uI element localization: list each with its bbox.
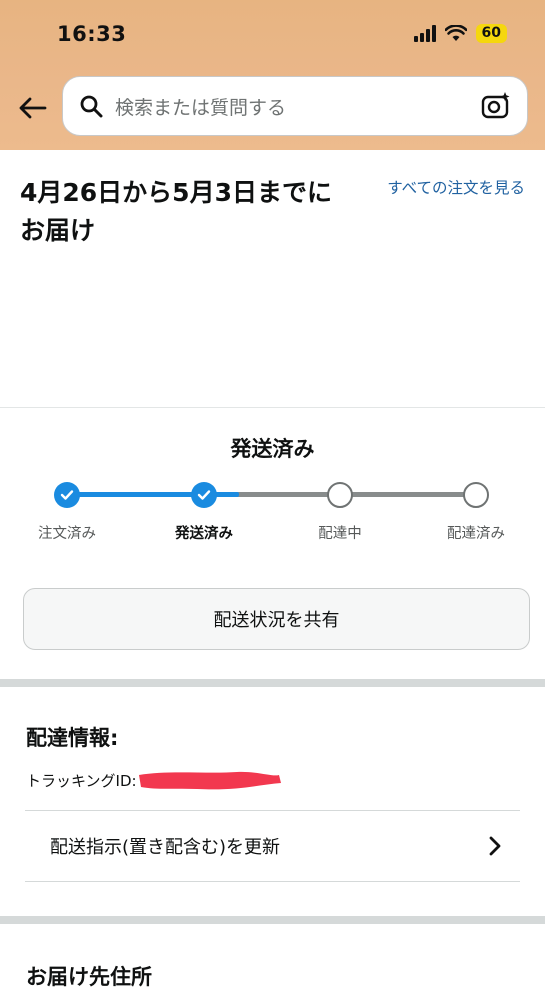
- signal-icon: [413, 25, 436, 42]
- chevron-right-icon: [489, 836, 501, 856]
- back-button[interactable]: [14, 90, 50, 126]
- check-icon: [60, 490, 74, 500]
- shipping-address-title: お届け先住所: [26, 965, 152, 989]
- tracking-id-label: トラッキングID:: [26, 772, 137, 790]
- section-divider: [0, 679, 545, 687]
- wifi-icon: [444, 25, 467, 41]
- instructions-label: 配送指示(置き配含む)を更新: [50, 837, 281, 858]
- section-divider: [0, 407, 545, 408]
- update-delivery-instructions-link[interactable]: 配送指示(置き配含む)を更新: [25, 810, 520, 882]
- check-icon: [197, 490, 211, 500]
- search-placeholder: 検索または質問する: [115, 96, 287, 119]
- step-node-in-transit: [327, 482, 353, 508]
- step-label-delivered: 配達済み: [447, 526, 505, 542]
- app-header: 16:33 60 検索または質問する: [0, 0, 545, 150]
- delivery-estimate-title: 4月26日から5月3日までにお届け: [20, 178, 332, 245]
- step-label-in-transit: 配達中: [318, 526, 362, 542]
- tracking-id-row: トラッキングID:: [26, 770, 282, 791]
- step-node-ordered: [54, 482, 80, 508]
- shipment-status-title: 発送済み: [230, 437, 315, 461]
- share-tracking-button[interactable]: 配送状況を共有: [23, 588, 530, 650]
- step-node-shipped: [191, 482, 217, 508]
- battery-indicator: 60: [475, 24, 507, 43]
- delivery-info-title: 配達情報:: [26, 726, 119, 750]
- section-divider: [0, 916, 545, 924]
- all-orders-link[interactable]: すべての注文を見る: [373, 176, 525, 201]
- step-node-delivered: [463, 482, 489, 508]
- status-icons: 60: [413, 24, 507, 43]
- progress-tracker: [0, 478, 545, 512]
- status-time: 16:33: [57, 22, 127, 46]
- redaction-mark: [138, 771, 281, 789]
- search-icon: [80, 95, 103, 118]
- step-label-ordered: 注文済み: [38, 526, 96, 542]
- step-label-shipped: 発送済み: [175, 526, 233, 542]
- camera-ai-icon[interactable]: [481, 91, 511, 121]
- back-arrow-icon: [19, 97, 47, 119]
- search-input[interactable]: 検索または質問する: [62, 76, 528, 136]
